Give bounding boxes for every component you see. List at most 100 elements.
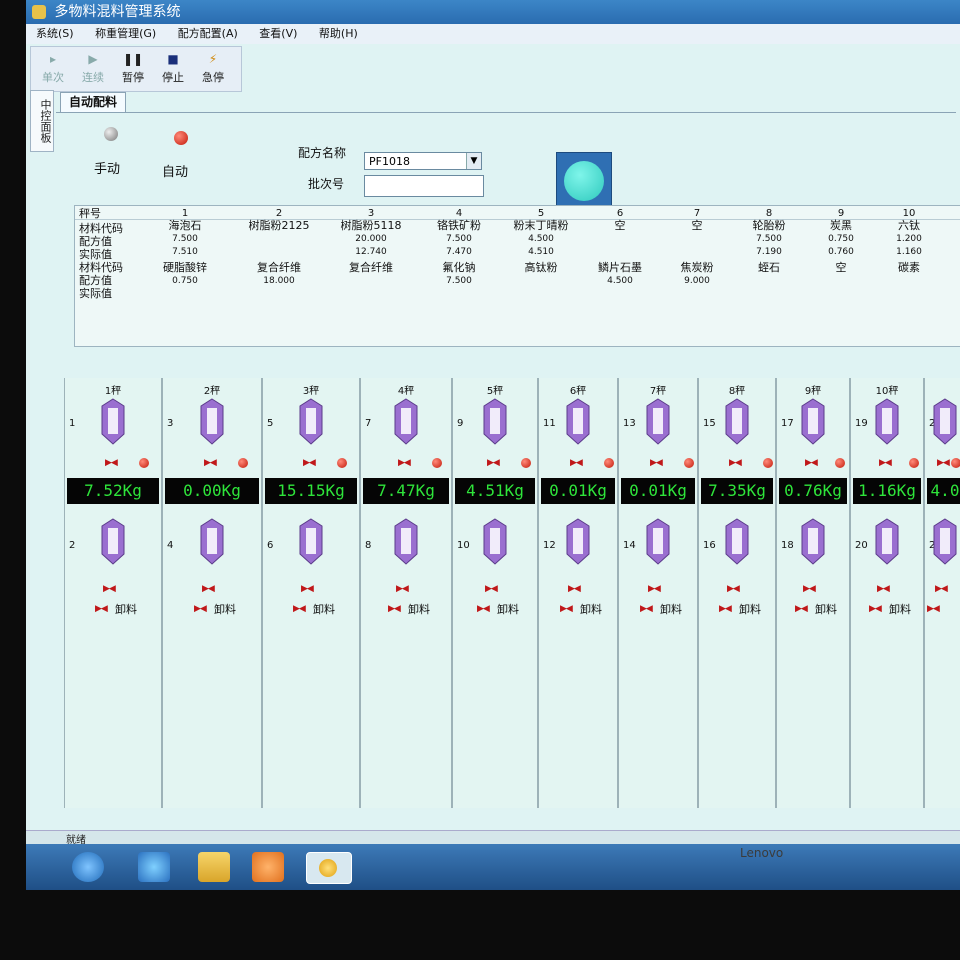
discharge-valve-icon[interactable]: ▶◀ xyxy=(877,584,890,594)
bottom-hopper-icon[interactable] xyxy=(725,518,749,566)
unload-valve-icon[interactable]: ▶◀ xyxy=(293,604,306,614)
feed-status-led xyxy=(909,458,919,468)
feed-valve-icon[interactable]: ▶◀ xyxy=(105,458,118,468)
feed-status-led xyxy=(521,458,531,468)
pause-button[interactable]: ❚❚ 暂停 xyxy=(113,49,153,89)
top-hopper-icon[interactable] xyxy=(299,398,323,446)
top-hopper-icon[interactable] xyxy=(566,398,590,446)
window-title: 多物料混料管理系统 xyxy=(54,4,181,20)
bottom-hopper-icon[interactable] xyxy=(200,518,224,566)
feed-valve-icon[interactable]: ▶◀ xyxy=(805,458,818,468)
auto-label[interactable]: 自动 xyxy=(162,161,188,180)
single-step-button[interactable]: ▸ 单次 xyxy=(33,49,73,89)
stop-button[interactable]: ■ 停止 xyxy=(153,49,193,89)
bottom-hopper-icon[interactable] xyxy=(801,518,825,566)
top-hopper-icon[interactable] xyxy=(646,398,670,446)
recipe-name-select[interactable]: PF1018 ▼ xyxy=(364,152,482,170)
batch-number-input[interactable] xyxy=(364,175,484,197)
bottom-hopper-icon[interactable] xyxy=(875,518,899,566)
discharge-valve-icon[interactable]: ▶◀ xyxy=(727,584,740,594)
mixing-app-taskbar-icon[interactable] xyxy=(306,852,352,884)
feed-valve-icon[interactable]: ▶◀ xyxy=(570,458,583,468)
toolbar: ▸ 单次 ▶ 连续 ❚❚ 暂停 ■ 停止 ⚡ 急停 xyxy=(30,46,242,92)
discharge-valve-icon[interactable]: ▶◀ xyxy=(935,584,948,594)
continuous-button[interactable]: ▶ 连续 xyxy=(73,49,113,89)
feed-valve-icon[interactable]: ▶◀ xyxy=(303,458,316,468)
top-hopper-icon[interactable] xyxy=(394,398,418,446)
feed-valve-icon[interactable]: ▶◀ xyxy=(204,458,217,468)
menu-system[interactable]: 系统(S) xyxy=(36,27,74,40)
feed-valve-icon[interactable]: ▶◀ xyxy=(937,458,950,468)
feed-status-led xyxy=(604,458,614,468)
discharge-valve-icon[interactable]: ▶◀ xyxy=(485,584,498,594)
feed-valve-icon[interactable]: ▶◀ xyxy=(650,458,663,468)
discharge-valve-icon[interactable]: ▶◀ xyxy=(301,584,314,594)
scale-column: 9秤 17 ▶◀ 0.76Kg 18 ▶◀ ▶◀ 卸料 xyxy=(776,378,850,808)
top-hopper-icon[interactable] xyxy=(101,398,125,446)
menu-view[interactable]: 查看(V) xyxy=(259,27,297,40)
top-hopper-icon[interactable] xyxy=(801,398,825,446)
unload-button[interactable]: 卸料 xyxy=(889,601,911,617)
unload-button[interactable]: 卸料 xyxy=(815,601,837,617)
menu-recipe-config[interactable]: 配方配置(A) xyxy=(178,27,238,40)
unload-valve-icon[interactable]: ▶◀ xyxy=(477,604,490,614)
unload-button[interactable]: 卸料 xyxy=(497,601,519,617)
unload-button[interactable]: 卸料 xyxy=(580,601,602,617)
chevron-down-icon[interactable]: ▼ xyxy=(466,153,481,169)
top-hopper-icon[interactable] xyxy=(725,398,749,446)
scale-title: 4秤 xyxy=(397,386,415,397)
discharge-valve-icon[interactable]: ▶◀ xyxy=(202,584,215,594)
bottom-hopper-icon[interactable] xyxy=(483,518,507,566)
emergency-stop-button[interactable]: ⚡ 急停 xyxy=(193,49,233,89)
unload-button[interactable]: 卸料 xyxy=(408,601,430,617)
side-tab-control-panel[interactable]: 中控面板 xyxy=(30,90,54,152)
unload-valve-icon[interactable]: ▶◀ xyxy=(560,604,573,614)
taskbar xyxy=(26,844,960,890)
start-button-icon[interactable] xyxy=(72,852,104,882)
menu-weighing[interactable]: 称重管理(G) xyxy=(95,27,156,40)
weight-display: 0.01Kg xyxy=(621,478,695,504)
bottom-hopper-icon[interactable] xyxy=(646,518,670,566)
top-hopper-icon[interactable] xyxy=(933,398,957,446)
bottom-hopper-icon[interactable] xyxy=(933,518,957,566)
unload-valve-icon[interactable]: ▶◀ xyxy=(795,604,808,614)
unload-valve-icon[interactable]: ▶◀ xyxy=(194,604,207,614)
media-player-icon[interactable] xyxy=(252,852,284,882)
discharge-valve-icon[interactable]: ▶◀ xyxy=(103,584,116,594)
unload-valve-icon[interactable]: ▶◀ xyxy=(927,604,940,614)
table-cell-actual-value-1: 1.160 xyxy=(896,247,922,257)
unload-button[interactable]: 卸料 xyxy=(214,601,236,617)
unload-valve-icon[interactable]: ▶◀ xyxy=(869,604,882,614)
browser-icon[interactable] xyxy=(138,852,170,882)
discharge-valve-icon[interactable]: ▶◀ xyxy=(396,584,409,594)
bottom-hopper-icon[interactable] xyxy=(566,518,590,566)
bottom-hopper-icon[interactable] xyxy=(101,518,125,566)
scale-title: 9秤 xyxy=(804,386,822,397)
feed-valve-icon[interactable]: ▶◀ xyxy=(398,458,411,468)
discharge-valve-icon[interactable]: ▶◀ xyxy=(648,584,661,594)
unload-valve-icon[interactable]: ▶◀ xyxy=(719,604,732,614)
unload-button[interactable]: 卸料 xyxy=(739,601,761,617)
folder-icon[interactable] xyxy=(198,852,230,882)
top-hopper-icon[interactable] xyxy=(200,398,224,446)
discharge-valve-icon[interactable]: ▶◀ xyxy=(568,584,581,594)
tab-auto-batching[interactable]: 自动配料 xyxy=(60,92,127,112)
scale-title: 1秤 xyxy=(104,386,122,397)
bottom-hopper-icon[interactable] xyxy=(299,518,323,566)
unload-valve-icon[interactable]: ▶◀ xyxy=(95,604,108,614)
unload-button[interactable]: 卸料 xyxy=(660,601,682,617)
feed-valve-icon[interactable]: ▶◀ xyxy=(879,458,892,468)
unload-button[interactable]: 卸料 xyxy=(115,601,137,617)
bottom-hopper-icon[interactable] xyxy=(394,518,418,566)
menu-help[interactable]: 帮助(H) xyxy=(319,27,358,40)
top-hopper-icon[interactable] xyxy=(875,398,899,446)
top-hopper-icon[interactable] xyxy=(483,398,507,446)
weight-display: 15.15Kg xyxy=(265,478,357,504)
unload-button[interactable]: 卸料 xyxy=(313,601,335,617)
discharge-valve-icon[interactable]: ▶◀ xyxy=(803,584,816,594)
feed-valve-icon[interactable]: ▶◀ xyxy=(729,458,742,468)
manual-label[interactable]: 手动 xyxy=(94,158,120,177)
unload-valve-icon[interactable]: ▶◀ xyxy=(640,604,653,614)
feed-valve-icon[interactable]: ▶◀ xyxy=(487,458,500,468)
unload-valve-icon[interactable]: ▶◀ xyxy=(388,604,401,614)
